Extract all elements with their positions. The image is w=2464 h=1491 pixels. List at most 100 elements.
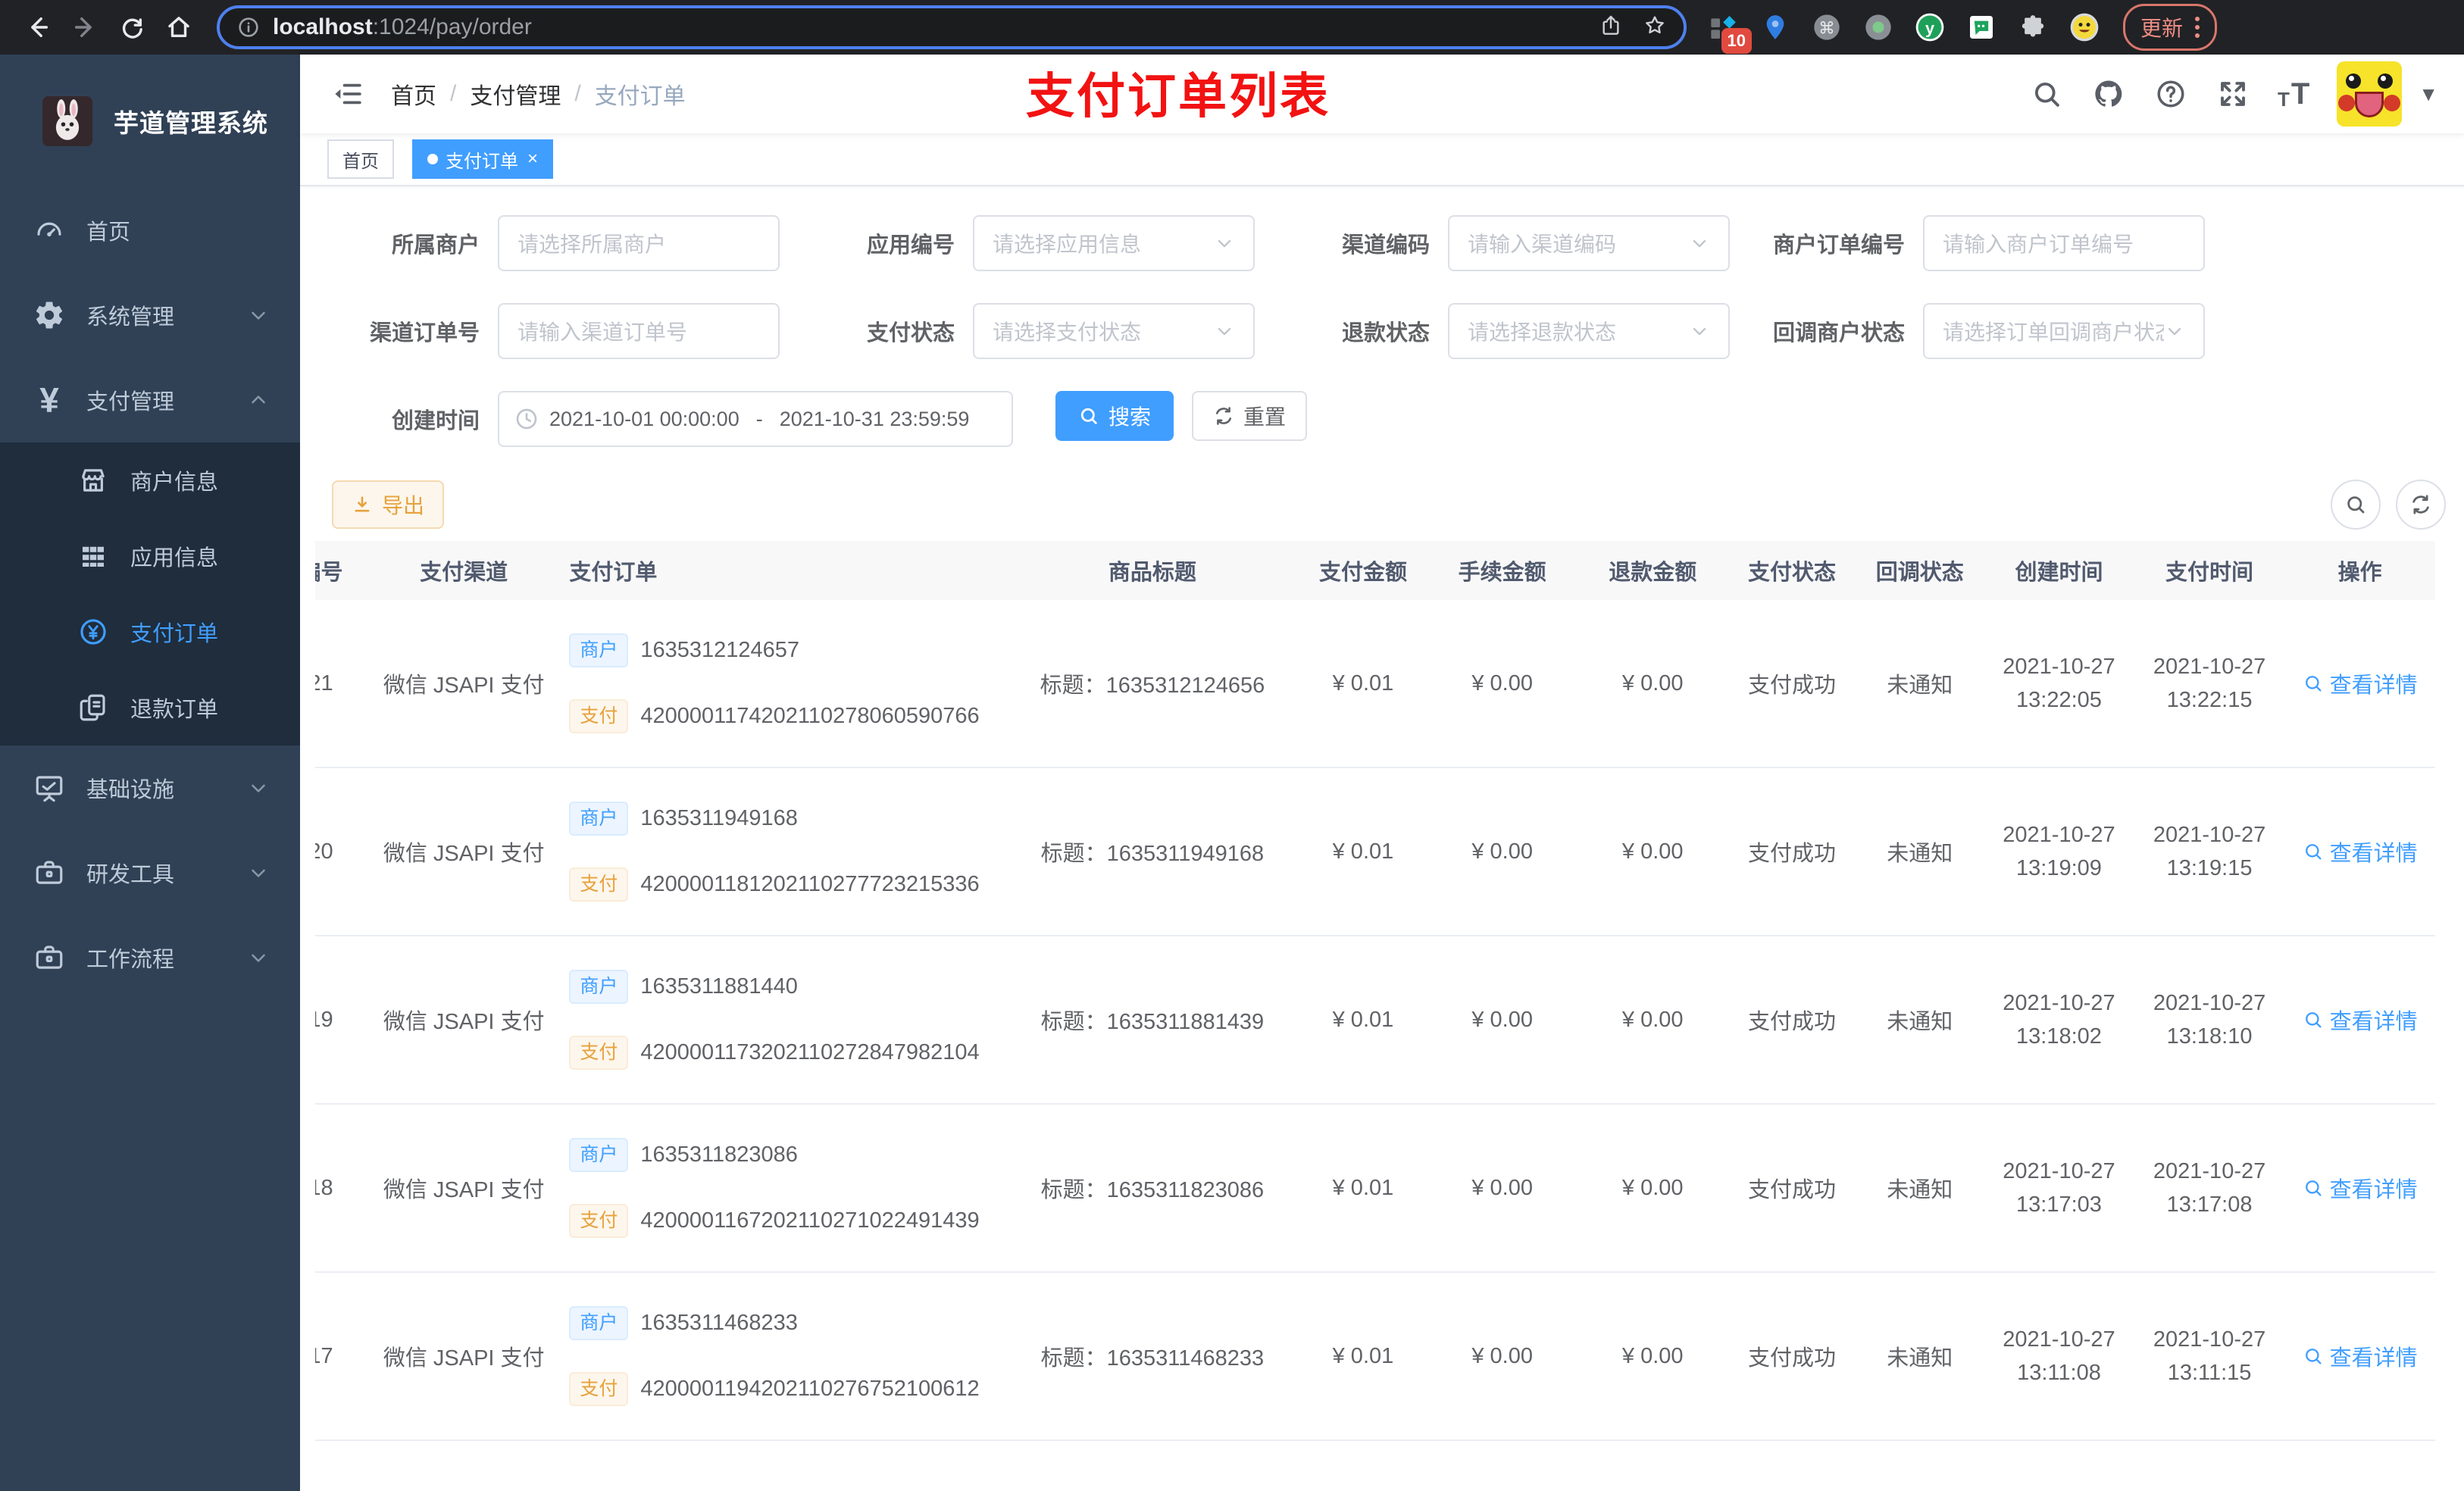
emoji-extension-icon[interactable] bbox=[2067, 10, 2102, 45]
filter-input[interactable]: 请输入渠道订单号 bbox=[498, 303, 780, 359]
view-detail-link[interactable]: 查看详情 bbox=[2303, 836, 2418, 867]
chevron-down-icon bbox=[247, 777, 270, 799]
filter-select[interactable]: 请选择应用信息 bbox=[973, 215, 1255, 271]
merchant-tag: 商户 bbox=[569, 1138, 629, 1172]
filter-input[interactable]: 请选择所属商户 bbox=[498, 215, 780, 271]
table-row: 17 微信 JSAPI 支付 商户 1635311468233 支付 4200001… bbox=[315, 1273, 2435, 1441]
view-detail-link[interactable]: 查看详情 bbox=[2303, 1340, 2418, 1372]
logo-bar[interactable]: 芋道管理系统 bbox=[0, 55, 300, 188]
table-column-header: 创建时间 bbox=[2015, 561, 2103, 585]
sidebar-item-退款订单[interactable]: 退款订单 bbox=[0, 670, 300, 746]
cell-pay-status: 支付成功 bbox=[1747, 842, 1836, 866]
font-size-icon[interactable]: TT bbox=[2278, 77, 2309, 111]
sidebar-item-工作流程[interactable]: 工作流程 bbox=[0, 915, 300, 1000]
breadcrumb-item[interactable]: 支付管理 bbox=[470, 77, 561, 111]
breadcrumb-item[interactable]: 首页 bbox=[391, 77, 436, 111]
merchant-tag: 商户 bbox=[569, 633, 629, 667]
back-button[interactable] bbox=[21, 11, 55, 44]
cell-pay-date: 2021-10-27 bbox=[2153, 1159, 2266, 1183]
chevron-down-icon bbox=[1214, 233, 1235, 254]
sidebar-item-首页[interactable]: 首页 bbox=[0, 188, 300, 273]
sidebar-item-研发工具[interactable]: 研发工具 bbox=[0, 830, 300, 915]
github-icon[interactable] bbox=[2091, 77, 2126, 111]
share-icon[interactable] bbox=[1599, 14, 1623, 42]
reset-button[interactable]: 重置 bbox=[1192, 391, 1308, 441]
filter-input[interactable]: 请输入商户订单编号 bbox=[1923, 215, 2205, 271]
letter-y-extension-icon[interactable]: y bbox=[1912, 10, 1947, 45]
table-toolbar: 导出 bbox=[300, 480, 2464, 530]
extensions-row: 10 ⌘ y bbox=[1706, 10, 2102, 54]
pin-extension-icon[interactable] bbox=[1758, 10, 1793, 45]
cell-id: 19 bbox=[315, 1007, 333, 1032]
sidebar-item-label: 研发工具 bbox=[86, 863, 175, 887]
url-text: localhost:1024/pay/order bbox=[273, 14, 532, 39]
filter-select[interactable]: 请输入渠道编码 bbox=[1448, 215, 1730, 271]
sidebar-item-应用信息[interactable]: 应用信息 bbox=[0, 518, 300, 594]
date-start-value: 2021-10-01 00:00:00 bbox=[549, 407, 740, 430]
cell-channel: 微信 JSAPI 支付 bbox=[383, 1346, 545, 1371]
reload-button[interactable] bbox=[115, 11, 149, 44]
placeholder-text: 请输入商户订单编号 bbox=[1943, 233, 2134, 256]
filter-select[interactable]: 请选择退款状态 bbox=[1448, 303, 1730, 359]
merchant-order-no: 1635311468233 bbox=[640, 1311, 798, 1335]
merchant-order-no: 1635312124657 bbox=[640, 638, 800, 662]
sidebar-item-基础设施[interactable]: 基础设施 bbox=[0, 746, 300, 830]
dashboard-icon bbox=[32, 213, 67, 248]
view-detail-link[interactable]: 查看详情 bbox=[2303, 667, 2418, 699]
date-range-input[interactable]: 2021-10-01 00:00:00 - 2021-10-31 23:59:5… bbox=[498, 391, 1013, 447]
sidebar: 芋道管理系统 首页 系统管理 ¥ 支付管理商户信息应用信息 支付订单 退款订单 基础设施研发… bbox=[0, 55, 300, 1491]
toggle-search-button[interactable] bbox=[2331, 480, 2381, 530]
cell-notify-status: 未通知 bbox=[1887, 1010, 1953, 1034]
refresh-button[interactable] bbox=[2396, 480, 2446, 530]
help-icon[interactable] bbox=[2153, 77, 2188, 111]
cell-title: 标题：1635311823086 bbox=[1040, 1178, 1265, 1202]
fullscreen-icon[interactable] bbox=[2215, 77, 2250, 111]
cell-notify-status: 未通知 bbox=[1887, 1346, 1953, 1371]
search-icon[interactable] bbox=[2029, 77, 2064, 111]
orders-table: 编号支付渠道支付订单商品标题支付金额手续金额退款金额支付状态回调状态创建时间支付… bbox=[315, 541, 2464, 1491]
search-button[interactable]: 搜索 bbox=[1055, 391, 1174, 441]
cell-pay-time: 13:18:10 bbox=[2166, 1024, 2253, 1049]
filter-select[interactable]: 请选择支付状态 bbox=[973, 303, 1255, 359]
filter-item-应用编号: 应用编号 请选择应用信息 bbox=[796, 215, 1255, 271]
browser-menu-icon[interactable] bbox=[2195, 17, 2200, 38]
tag-pay-order[interactable]: 支付订单 × bbox=[412, 139, 554, 179]
filter-select[interactable]: 请选择订单回调商户状态 bbox=[1923, 303, 2205, 359]
sidebar-menu: 首页 系统管理 ¥ 支付管理商户信息应用信息 支付订单 退款订单 基础设施研发工具工作流程 bbox=[0, 188, 300, 1000]
export-button[interactable]: 导出 bbox=[332, 480, 445, 529]
merchant-tag: 商户 bbox=[569, 802, 629, 836]
breadcrumb-separator: / bbox=[450, 81, 457, 106]
close-icon[interactable]: × bbox=[527, 150, 538, 168]
browser-update-button[interactable]: 更新 bbox=[2123, 4, 2218, 51]
sidebar-item-支付管理[interactable]: ¥ 支付管理 bbox=[0, 358, 300, 442]
hamburger-icon[interactable] bbox=[330, 77, 365, 111]
command-extension-icon[interactable]: ⌘ bbox=[1809, 10, 1844, 45]
info-icon[interactable] bbox=[236, 15, 261, 39]
sidebar-item-支付订单[interactable]: 支付订单 bbox=[0, 594, 300, 670]
pay-tag: 支付 bbox=[569, 699, 629, 733]
forward-button[interactable] bbox=[68, 11, 102, 44]
sidebar-item-label: 工作流程 bbox=[86, 948, 175, 972]
table-column-header: 商品标题 bbox=[1108, 561, 1196, 585]
apps-extension-icon[interactable]: 10 bbox=[1706, 10, 1752, 54]
chevron-down-icon bbox=[1214, 320, 1235, 342]
placeholder-text: 请选择退款状态 bbox=[1468, 320, 1617, 344]
chevron-down-icon[interactable]: ▼ bbox=[2419, 83, 2438, 106]
chat-extension-icon[interactable] bbox=[1964, 10, 1999, 45]
record-extension-icon[interactable] bbox=[1861, 10, 1896, 45]
cell-pay-time: 13:19:15 bbox=[2166, 856, 2253, 880]
sidebar-item-系统管理[interactable]: 系统管理 bbox=[0, 273, 300, 358]
cell-id: 18 bbox=[315, 1175, 333, 1200]
sidebar-item-label: 商户信息 bbox=[130, 470, 219, 495]
sidebar-submenu: 商户信息应用信息 支付订单 退款订单 bbox=[0, 442, 300, 746]
sidebar-item-商户信息[interactable]: 商户信息 bbox=[0, 442, 300, 518]
tag-home[interactable]: 首页 bbox=[327, 139, 394, 179]
puzzle-extension-icon[interactable] bbox=[2015, 10, 2050, 45]
view-detail-link[interactable]: 查看详情 bbox=[2303, 1004, 2418, 1036]
avatar[interactable] bbox=[2337, 61, 2403, 127]
home-button[interactable] bbox=[162, 11, 195, 44]
address-bar[interactable]: localhost:1024/pay/order bbox=[217, 5, 1687, 49]
bookmark-star-icon[interactable] bbox=[1643, 14, 1667, 42]
view-detail-link[interactable]: 查看详情 bbox=[2303, 1172, 2418, 1204]
chevron-up-icon bbox=[247, 389, 270, 411]
